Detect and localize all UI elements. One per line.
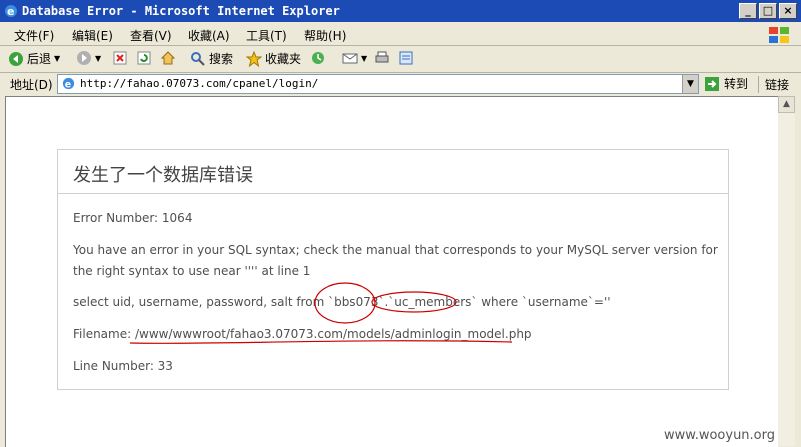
annotation-circle-bbs073 <box>314 282 376 324</box>
annotation-underline-filename <box>129 340 513 344</box>
annotation-circle-uc-members <box>371 291 457 313</box>
watermark: www.wooyun.org <box>664 428 776 443</box>
red-annotation-marks <box>129 282 513 344</box>
